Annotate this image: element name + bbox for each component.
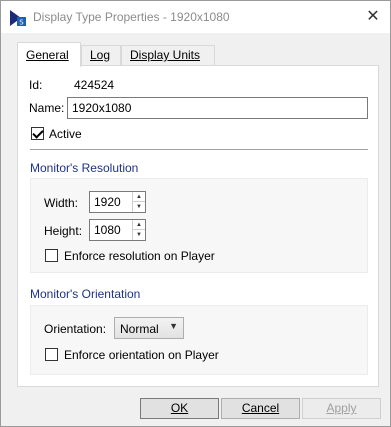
enforce-resolution-checkbox[interactable] [45, 249, 58, 262]
apply-button[interactable]: Apply [302, 398, 381, 419]
active-checkbox[interactable] [31, 127, 44, 140]
width-stepper-arrows: ▲ ▼ [132, 192, 145, 212]
tab-log[interactable]: Log [81, 45, 121, 66]
orientation-group: Orientation: Normal ▼ Enforce orientatio… [30, 305, 368, 375]
name-field[interactable]: 1920x1080 [67, 97, 368, 119]
orientation-dropdown[interactable]: Normal ▼ [114, 317, 184, 339]
ok-button[interactable]: OK [140, 398, 219, 419]
width-value: 1920 [94, 195, 121, 209]
width-label: Width: [44, 196, 79, 210]
app-icon: S [9, 9, 27, 27]
divider [30, 149, 368, 150]
height-decrement-button[interactable]: ▼ [133, 230, 145, 240]
orientation-label: Orientation: [44, 322, 107, 336]
width-decrement-button[interactable]: ▼ [133, 202, 145, 212]
tab-general[interactable]: General [17, 42, 81, 67]
orientation-value: Normal [120, 322, 159, 336]
chevron-down-icon: ▼ [169, 321, 178, 331]
height-stepper-arrows: ▲ ▼ [132, 220, 145, 240]
svg-text:S: S [19, 19, 24, 27]
tab-display-units[interactable]: Display Units [121, 45, 215, 66]
title-bar: S Display Type Properties - 1920x1080 ✕ [1, 1, 390, 33]
id-label: Id: [29, 78, 43, 92]
enforce-orientation-label: Enforce orientation on Player [64, 348, 219, 362]
ok-button-label: OK [170, 401, 189, 415]
tab-log-label: Log [90, 48, 111, 62]
name-field-value: 1920x1080 [72, 101, 132, 115]
enforce-resolution-label: Enforce resolution on Player [64, 249, 215, 263]
apply-button-label: Apply [326, 401, 357, 415]
height-value: 1080 [94, 223, 121, 237]
active-label: Active [49, 127, 82, 141]
general-panel: Id: 424524 Name: 1920x1080 Active Monito… [17, 65, 379, 387]
orientation-group-title: Monitor's Orientation [30, 287, 141, 301]
enforce-orientation-checkbox[interactable] [45, 348, 58, 361]
window-title: Display Type Properties - 1920x1080 [33, 10, 230, 24]
height-label: Height: [44, 224, 83, 238]
width-increment-button[interactable]: ▲ [133, 192, 145, 202]
close-button[interactable]: ✕ [356, 1, 390, 31]
tab-general-label: General [26, 48, 69, 62]
cancel-button-label: Cancel [241, 401, 280, 415]
id-value: 424524 [74, 78, 115, 92]
tab-display-units-label: Display Units [130, 48, 201, 62]
cancel-button[interactable]: Cancel [221, 398, 300, 419]
height-stepper[interactable]: 1080 ▲ ▼ [89, 219, 146, 241]
close-icon: ✕ [366, 8, 380, 25]
resolution-group: Width: 1920 ▲ ▼ Height: 1080 ▲ ▼ Enforce… [30, 178, 368, 273]
dialog-window: S Display Type Properties - 1920x1080 ✕ … [0, 0, 391, 427]
height-increment-button[interactable]: ▲ [133, 220, 145, 230]
name-label: Name: [29, 101, 65, 115]
resolution-group-title: Monitor's Resolution [30, 161, 139, 175]
width-stepper[interactable]: 1920 ▲ ▼ [89, 191, 146, 213]
